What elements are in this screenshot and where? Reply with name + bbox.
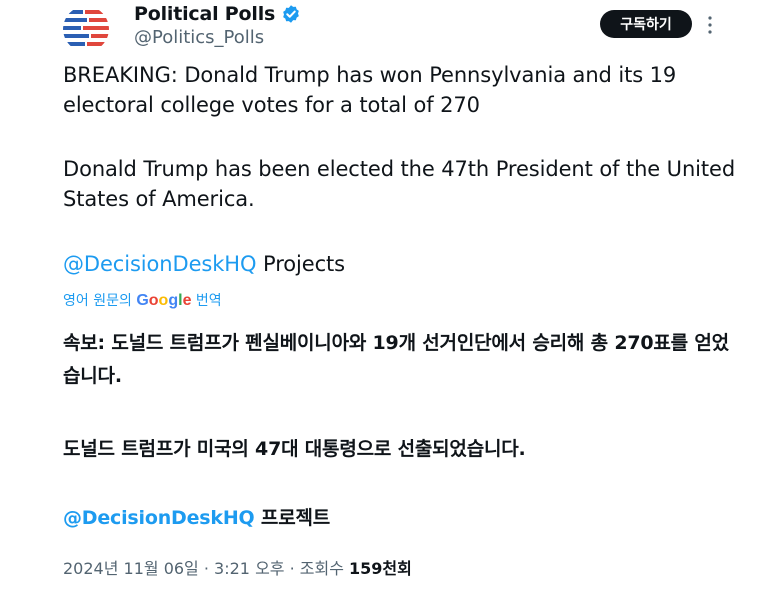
avatar[interactable] (63, 6, 109, 52)
projects-text: Projects (256, 252, 345, 276)
translated-paragraph-1: 속보: 도널드 트럼프가 펜실베이니아와 19개 선거인단에서 승리해 총 27… (63, 332, 729, 387)
political-polls-logo (63, 6, 109, 52)
translated-projects-text: 프로젝트 (254, 507, 331, 529)
tweet-card: Political Polls @Politics_Polls 구독하기 BRE… (0, 0, 768, 596)
translated-paragraph-2: 도널드 트럼프가 미국의 47대 대통령으로 선출되었습니다. (63, 438, 526, 460)
translate-prefix: 영어 원문의 (63, 293, 137, 309)
translated-mention-link[interactable]: @DecisionDeskHQ (63, 507, 255, 529)
views-count: 159천회 (349, 559, 412, 578)
views-label: 조회수 (299, 559, 350, 578)
tweet-text-paragraph-2: Donald Trump has been elected the 47th P… (63, 157, 736, 211)
translated-paragraph-3: @DecisionDeskHQ 프로젝트 (63, 502, 330, 535)
google-logo: Google (136, 292, 192, 309)
tweet-text-paragraph-1: BREAKING: Donald Trump has won Pennsylva… (63, 63, 677, 117)
account-handle[interactable]: @Politics_Polls (134, 27, 264, 48)
account-name-row: Political Polls (134, 3, 301, 25)
tweet-text-paragraph-3: @DecisionDeskHQ Projects (63, 249, 345, 279)
translate-suffix: 번역 (191, 293, 222, 309)
tweet-metadata: 2024년 11월 06일 · 3:21 오후 · 조회수 159천회 (63, 555, 412, 579)
more-vertical-icon[interactable] (700, 12, 720, 38)
display-name[interactable]: Political Polls (134, 3, 275, 25)
separator: · (198, 559, 215, 578)
verified-badge-icon (281, 4, 301, 24)
translation-attribution[interactable]: 영어 원문의 Google 번역 (63, 290, 222, 310)
tweet-time[interactable]: 3:21 오후 (214, 559, 284, 578)
follow-button[interactable]: 구독하기 (600, 10, 692, 38)
mention-link[interactable]: @DecisionDeskHQ (63, 252, 257, 276)
separator: · (284, 559, 300, 578)
tweet-date[interactable]: 2024년 11월 06일 (63, 559, 199, 578)
